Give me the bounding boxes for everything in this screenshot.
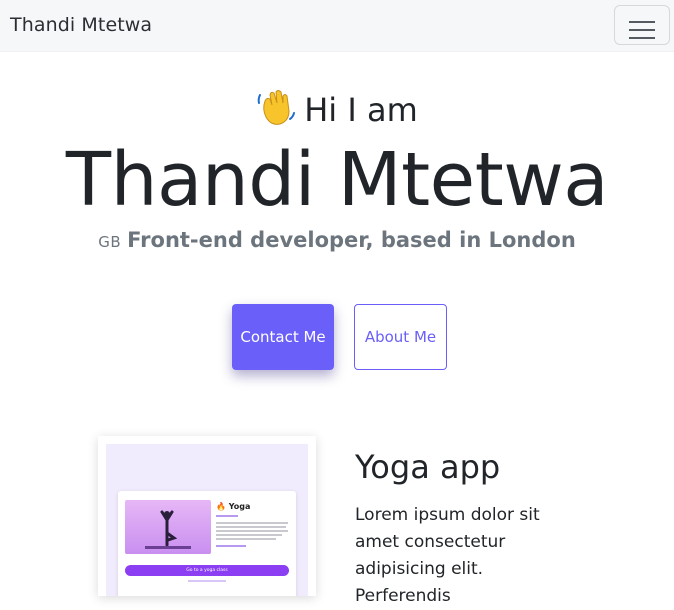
navbar-toggle-button[interactable] bbox=[614, 5, 670, 45]
project-title: Yoga app bbox=[355, 448, 501, 486]
yoga-pose-image bbox=[125, 500, 211, 554]
yoga-app-screenshot: 🔥 Yoga Go to a yoga class bbox=[106, 444, 308, 596]
hero-name: Thandi Mtetwa bbox=[65, 137, 609, 223]
hero-greeting: Hi I am bbox=[0, 87, 674, 135]
about-me-button[interactable]: About Me bbox=[354, 304, 447, 370]
waving-hand-icon bbox=[256, 87, 296, 135]
tagline-text: Front-end developer, based in London bbox=[127, 228, 576, 252]
navbar-brand[interactable]: Thandi Mtetwa bbox=[10, 14, 152, 36]
screenshot-button: Go to a yoga class bbox=[125, 565, 289, 576]
hamburger-menu-icon bbox=[629, 20, 655, 39]
contact-me-button[interactable]: Contact Me bbox=[232, 304, 334, 370]
project-card-image[interactable]: 🔥 Yoga Go to a yoga class bbox=[98, 436, 316, 596]
screenshot-card: 🔥 Yoga Go to a yoga class bbox=[118, 491, 296, 596]
hero-tagline: GB Front-end developer, based in London bbox=[0, 228, 674, 252]
greeting-text: Hi I am bbox=[304, 91, 418, 129]
gb-flag-icon: GB bbox=[98, 233, 122, 251]
screenshot-title: 🔥 Yoga bbox=[216, 502, 251, 511]
project-description: Lorem ipsum dolor sit amet consectetur a… bbox=[355, 505, 540, 606]
navbar: Thandi Mtetwa bbox=[0, 0, 674, 52]
